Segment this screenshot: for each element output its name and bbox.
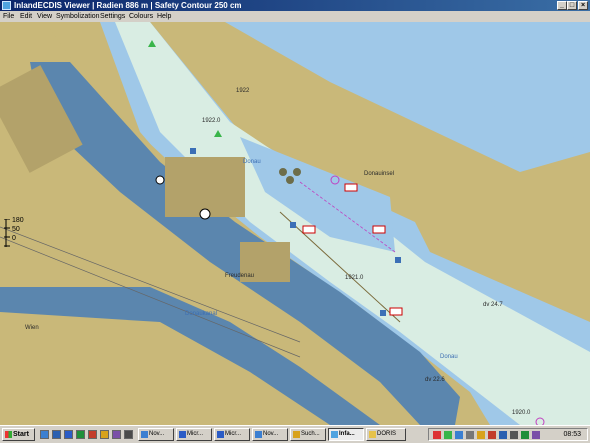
- app-icon: [2, 1, 11, 10]
- beacon-icon: [380, 310, 386, 316]
- word-icon: [179, 431, 186, 438]
- browser-icon[interactable]: [52, 430, 61, 439]
- menu-help[interactable]: Help: [157, 11, 171, 22]
- tray-icon[interactable]: [433, 431, 441, 439]
- taskbar-button-micr-2[interactable]: Micr...: [214, 428, 250, 441]
- scale-bar-graphic: [4, 219, 10, 247]
- label-donau-bottom: Donau: [440, 354, 458, 360]
- tray-icon[interactable]: [488, 431, 496, 439]
- system-tray: 08:53: [428, 428, 588, 441]
- mooring-icon: [286, 176, 294, 184]
- start-button[interactable]: Start: [2, 428, 35, 441]
- word-icon[interactable]: [64, 430, 73, 439]
- folder-icon[interactable]: [100, 430, 109, 439]
- beacon-icon: [190, 148, 196, 154]
- beacon-icon: [395, 257, 401, 263]
- menu-edit[interactable]: Edit: [20, 11, 32, 22]
- windows-logo-icon: [5, 431, 12, 438]
- sign-icon: [372, 225, 386, 234]
- tray-icon[interactable]: [455, 431, 463, 439]
- excel-icon[interactable]: [76, 430, 85, 439]
- sign-icon: [302, 225, 316, 234]
- mooring-icon: [293, 168, 301, 176]
- taskbar-button-doris[interactable]: DORIS: [366, 428, 406, 441]
- tray-icon[interactable]: [532, 431, 540, 439]
- taskbar-label: DORIS: [377, 431, 397, 437]
- label-wien: Wien: [25, 325, 39, 331]
- window-title: InlandECDIS Viewer | Radien 886 m | Safe…: [14, 1, 242, 10]
- menu-file[interactable]: File: [3, 11, 14, 22]
- label-donau-top: Donau: [243, 159, 261, 165]
- label-freudenau: Freudenau: [225, 273, 255, 279]
- word-icon: [217, 431, 224, 438]
- chart-canvas[interactable]: [0, 22, 590, 425]
- taskbar-button-micr-1[interactable]: Micr...: [176, 428, 212, 441]
- close-button[interactable]: ×: [578, 1, 588, 10]
- anchor-icon: [155, 175, 165, 185]
- scale-label-zero: 0: [12, 235, 16, 242]
- chart-map-view[interactable]: Donauinsel Freudenau Wien Donaukanal Don…: [0, 22, 590, 425]
- sign-icon: [389, 307, 403, 316]
- harbour-icon: [199, 208, 211, 220]
- taskbar-button-nov-2[interactable]: Nov...: [252, 428, 288, 441]
- km-marker-1922b: 1922: [236, 88, 250, 94]
- taskbar-label: Infa...: [339, 431, 355, 437]
- menu-symbolization[interactable]: Symbolization: [56, 11, 100, 22]
- taskbar: Start Nov... Micr... Micr... Nov... Such…: [0, 425, 590, 443]
- sign-icon: [344, 183, 358, 192]
- start-label: Start: [13, 431, 29, 438]
- km-marker-1922: 1922.0: [202, 118, 221, 124]
- taskbar-button-infa[interactable]: Infa...: [328, 428, 364, 441]
- powerpoint-icon[interactable]: [88, 430, 97, 439]
- tray-icon[interactable]: [466, 431, 474, 439]
- clock[interactable]: 08:53: [563, 429, 581, 440]
- scale-label-top: 180: [12, 217, 24, 224]
- depth-label-24-7: dv 24.7: [483, 302, 503, 308]
- taskbar-label: Such...: [301, 431, 320, 437]
- minimize-button[interactable]: _: [557, 1, 567, 10]
- menu-colours[interactable]: Colours: [129, 11, 153, 22]
- km-marker-1921: 1921.0: [345, 275, 364, 281]
- maximize-button[interactable]: □: [567, 1, 577, 10]
- taskbar-label: Nov...: [263, 431, 279, 437]
- taskbar-label: Nov...: [149, 431, 165, 437]
- km-marker-1920: 1920.0: [512, 410, 531, 416]
- speaker-icon[interactable]: [510, 431, 518, 439]
- harbour-block: [165, 157, 245, 217]
- app-icon[interactable]: [124, 430, 133, 439]
- document-icon: [141, 431, 148, 438]
- scale-bar: 180 50 0: [4, 217, 34, 269]
- network-icon[interactable]: [521, 431, 529, 439]
- search-icon: [293, 431, 300, 438]
- tray-icon[interactable]: [499, 431, 507, 439]
- taskbar-button-nov-1[interactable]: Nov...: [138, 428, 174, 441]
- taskbar-button-such[interactable]: Such...: [290, 428, 326, 441]
- menu-view[interactable]: View: [37, 11, 52, 22]
- folder-icon: [369, 431, 376, 438]
- taskbar-label: Micr...: [187, 431, 203, 437]
- taskbar-label: Micr...: [225, 431, 241, 437]
- depth-label-22-6: dv 22.6: [425, 377, 445, 383]
- label-donauinsel: Donauinsel: [364, 171, 395, 177]
- scale-label-mid: 50: [12, 226, 20, 233]
- tray-icon[interactable]: [444, 431, 452, 439]
- tray-icon[interactable]: [477, 431, 485, 439]
- desktop-icon[interactable]: [40, 430, 49, 439]
- app-icon: [331, 431, 338, 438]
- menu-bar: File Edit View Symbolization Settings Co…: [0, 11, 590, 22]
- beacon-icon: [290, 222, 296, 228]
- title-bar: InlandECDIS Viewer | Radien 886 m | Safe…: [0, 0, 590, 11]
- document-icon: [255, 431, 262, 438]
- menu-settings[interactable]: Settings: [100, 11, 125, 22]
- label-donaukanal: Donaukanal: [185, 311, 218, 317]
- app-icon[interactable]: [112, 430, 121, 439]
- mooring-icon: [279, 168, 287, 176]
